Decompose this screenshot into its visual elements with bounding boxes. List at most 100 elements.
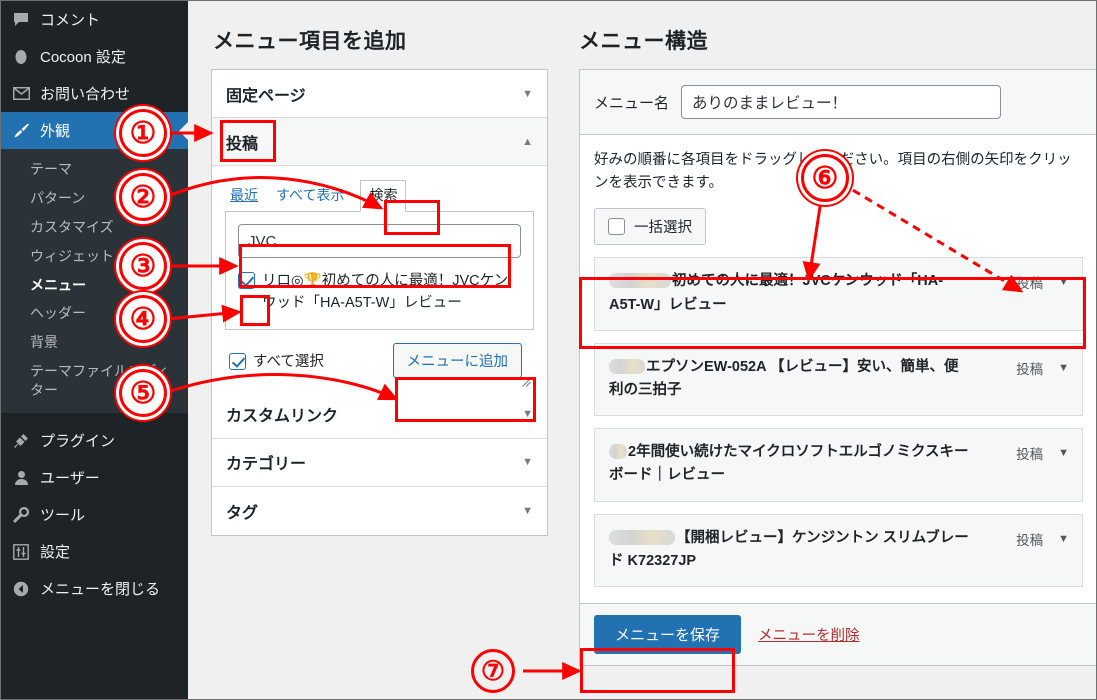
menu-item-row[interactable]: 【開梱レビュー】ケンジントン スリムブレード K72327JP 投稿 ▼ — [594, 513, 1083, 587]
sidebar-item-label: お問い合わせ — [40, 86, 131, 103]
settings-sliders-icon — [11, 542, 31, 562]
sidebar-item-patterns[interactable]: パターン — [1, 184, 188, 213]
chevron-down-icon: ▼ — [522, 504, 533, 517]
save-menu-button[interactable]: メニューを保存 — [594, 614, 742, 654]
sidebar-item-label: Cocoon 設定 — [40, 49, 126, 66]
chevron-down-icon: ▼ — [522, 408, 533, 421]
emoji-placeholder-icon — [609, 358, 645, 374]
chevron-down-icon: ▼ — [522, 87, 533, 100]
sidebar-item-widgets[interactable]: ウィジェット — [1, 242, 188, 271]
menu-item-row[interactable]: エプソンEW-052A 【レビュー】安い、簡単、便利の三拍子 投稿 ▼ — [594, 342, 1083, 417]
result-checkbox[interactable] — [238, 272, 255, 289]
menu-structure-column: メニュー構造 メニュー名 好みの順番に各項目をドラッグしてください。項目の右側の… — [561, 1, 1096, 699]
bulk-select-control[interactable]: 一括選択 — [594, 208, 706, 246]
sidebar-item-collapse-menu[interactable]: メニューを閉じる — [1, 570, 188, 607]
wordpress-menus-screen: コメント Cocoon 設定 お問い合わせ 外観 テーマ パターン カスタマイズ… — [0, 0, 1097, 700]
emoji-placeholder-icon — [609, 529, 675, 545]
sidebar-item-appearance[interactable]: 外観 — [1, 112, 188, 149]
tab-recent[interactable]: 最近 — [228, 185, 260, 211]
sidebar-item-customize[interactable]: カスタマイズ — [1, 213, 188, 242]
sidebar-item-theme-file-editor[interactable]: テーマファイルエディター — [1, 357, 188, 405]
menu-structure-panel: メニュー名 好みの順番に各項目をドラッグしてください。項目の右側の矢印をクリッ … — [579, 69, 1096, 604]
sidebar-item-users[interactable]: ユーザー — [1, 459, 188, 496]
accordion-posts[interactable]: 投稿 ▲ — [212, 118, 547, 166]
accordion-posts-label: 投稿 — [226, 135, 259, 153]
sidebar-item-themes[interactable]: テーマ — [1, 155, 188, 184]
accordion-tags[interactable]: タグ ▼ — [212, 486, 547, 535]
menu-item-title: 【開梱レビュー】ケンジントン スリムブレード K72327JP — [609, 529, 969, 569]
add-menu-items-column: メニュー項目を追加 固定ページ ▼ 投稿 ▲ 最近 すべて表示 検索 JVC リ… — [189, 1, 561, 699]
menu-item-title: エプソンEW-052A 【レビュー】安い、簡単、便利の三拍子 — [609, 358, 959, 398]
select-all-label: すべて選択 — [253, 353, 324, 370]
delete-menu-link[interactable]: メニューを削除 — [758, 624, 860, 645]
accordion-pages-label: 固定ページ — [226, 87, 306, 105]
appearance-submenu: テーマ パターン カスタマイズ ウィジェット メニュー ヘッダー 背景 テーマフ… — [1, 149, 188, 414]
sidebar-item-label: 外観 — [40, 123, 71, 140]
plugin-icon — [11, 431, 31, 451]
cocoon-icon — [11, 47, 31, 67]
sidebar-item-tools[interactable]: ツール — [1, 496, 188, 533]
search-result-item[interactable]: リロ◎🏆初めての人に最適！JVCケンウッド「HA-A5T-W」レビュー — [238, 270, 521, 315]
add-items-accordion: 固定ページ ▼ 投稿 ▲ 最近 すべて表示 検索 リロ◎🏆初めての人に最適！JV — [211, 69, 548, 536]
drag-hint-line1: 好みの順番に各項目をドラッグしてください。項目の右側の矢印をクリッ — [594, 152, 1072, 168]
sidebar-item-settings[interactable]: 設定 — [1, 533, 188, 570]
add-panel-heading: メニュー項目を追加 — [213, 30, 407, 53]
accordion-categories[interactable]: カテゴリー ▼ — [212, 438, 547, 487]
accordion-pages[interactable]: 固定ページ ▼ — [212, 70, 547, 118]
drag-hint-line2: ンを表示できます。 — [594, 175, 724, 192]
menu-item-meta: 投稿 ▼ — [1016, 527, 1069, 549]
menu-item-row[interactable]: 初めての人に最適！JVCケンウッド「HA-A5T-W」レビュー 投稿 ▼ — [594, 257, 1083, 331]
menu-item-type: 投稿 — [1016, 361, 1044, 377]
sidebar-item-background[interactable]: 背景 — [1, 328, 188, 357]
sidebar-item-comments[interactable]: コメント — [1, 1, 188, 38]
appearance-brush-icon — [11, 121, 31, 141]
chevron-down-icon[interactable]: ▼ — [1058, 533, 1069, 545]
menu-item-meta: 投稿 ▼ — [1016, 441, 1069, 463]
tab-search[interactable]: 検索 — [360, 180, 407, 212]
accordion-posts-body: 最近 すべて表示 検索 リロ◎🏆初めての人に最適！JVCケンウッド「HA-A5T… — [212, 166, 547, 391]
menu-item-type: 投稿 — [1016, 532, 1044, 548]
sidebar-item-label: メニューを閉じる — [40, 581, 161, 599]
select-all-checkbox[interactable] — [229, 352, 246, 370]
menu-item-meta: 投稿 ▼ — [1016, 356, 1069, 378]
menu-item-title: 2年間使い続けたマイクロソフトエルゴノミクスキーボード｜レビュー — [609, 444, 969, 484]
chevron-down-icon: ▼ — [522, 456, 533, 469]
accordion-tags-label: タグ — [226, 504, 259, 522]
result-label: リロ◎🏆初めての人に最適！JVCケンウッド「HA-A5T-W」レビュー — [262, 273, 509, 312]
resize-handle-icon[interactable] — [522, 378, 531, 390]
emoji-placeholder-icon — [609, 273, 671, 289]
search-input[interactable] — [238, 224, 521, 258]
menu-save-bar: メニューを保存 メニューを削除 — [579, 603, 1096, 666]
users-icon — [11, 468, 31, 488]
sidebar-item-contact[interactable]: お問い合わせ — [1, 75, 188, 112]
chevron-down-icon[interactable]: ▼ — [1058, 447, 1069, 459]
bulk-select-checkbox[interactable] — [608, 218, 625, 236]
sidebar-item-header[interactable]: ヘッダー — [1, 299, 188, 328]
menu-name-input[interactable] — [681, 85, 1002, 119]
sidebar-item-plugins[interactable]: プラグイン — [1, 422, 188, 459]
accordion-categories-label: カテゴリー — [226, 456, 307, 474]
menu-name-row: メニュー名 — [580, 70, 1096, 135]
structure-panel-heading: メニュー構造 — [579, 30, 708, 53]
accordion-custom-links-label: カスタムリンク — [226, 408, 339, 426]
accordion-custom-links[interactable]: カスタムリンク ▼ — [212, 390, 547, 439]
bulk-select-label: 一括選択 — [634, 220, 692, 237]
tab-view-all[interactable]: すべて表示 — [274, 185, 346, 211]
menu-item-title: 初めての人に最適！JVCケンウッド「HA-A5T-W」レビュー — [609, 273, 944, 313]
sidebar-item-menus[interactable]: メニュー — [1, 271, 188, 300]
sidebar-item-cocoon-settings[interactable]: Cocoon 設定 — [1, 38, 188, 75]
admin-sidebar: コメント Cocoon 設定 お問い合わせ 外観 テーマ パターン カスタマイズ… — [1, 1, 188, 699]
tools-wrench-icon — [11, 505, 31, 525]
add-to-menu-button[interactable]: メニューに追加 — [392, 342, 522, 378]
select-all-control[interactable]: すべて選択 — [229, 350, 324, 371]
chevron-down-icon[interactable]: ▼ — [1058, 276, 1069, 288]
sidebar-item-label: プラグイン — [40, 433, 116, 451]
chevron-down-icon[interactable]: ▼ — [1058, 362, 1069, 374]
menu-item-meta: 投稿 ▼ — [1016, 270, 1069, 292]
sidebar-divider — [1, 413, 188, 422]
emoji-placeholder-icon — [609, 444, 627, 460]
sidebar-item-label: ユーザー — [40, 470, 100, 488]
menu-name-label: メニュー名 — [594, 94, 670, 112]
menu-item-row[interactable]: 2年間使い続けたマイクロソフトエルゴノミクスキーボード｜レビュー 投稿 ▼ — [594, 428, 1083, 502]
sidebar-item-label: 設定 — [40, 544, 71, 562]
